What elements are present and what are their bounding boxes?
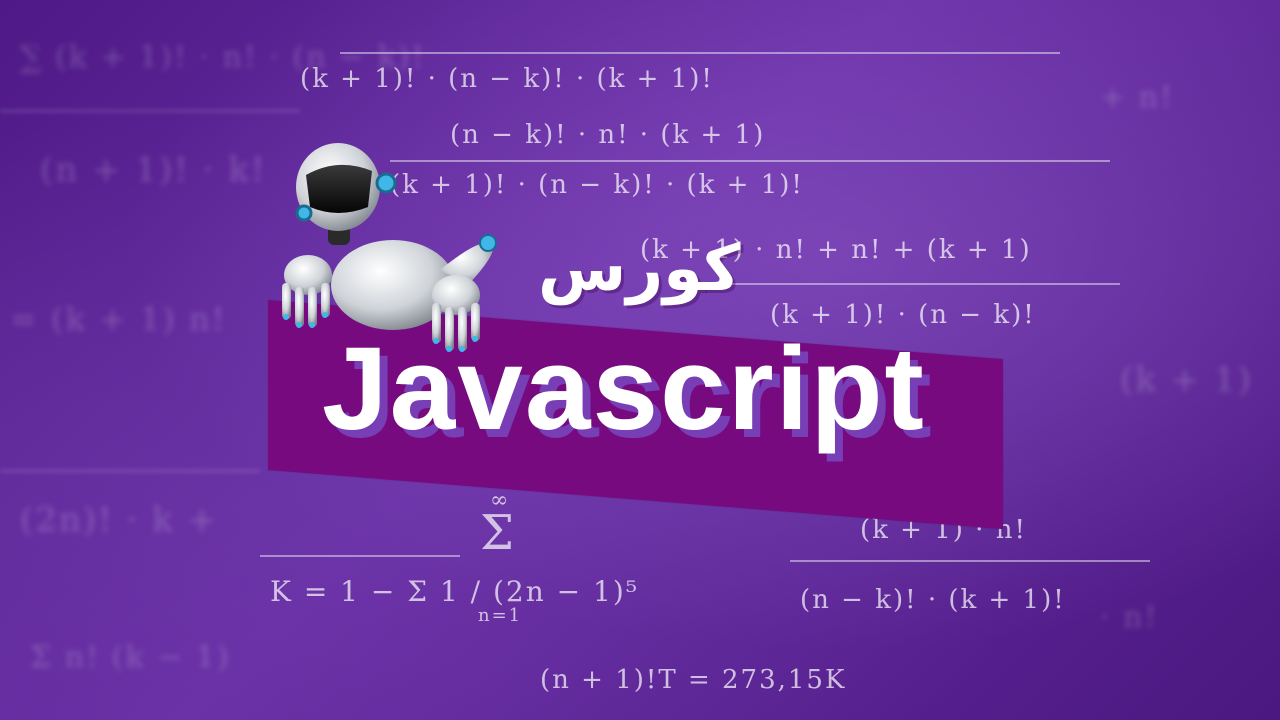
sum-symbol: Σ bbox=[480, 505, 516, 561]
sum-index: n=1 bbox=[478, 605, 523, 626]
math-line: K = 1 − Σ 1 / (2n − 1)⁵ bbox=[270, 575, 639, 608]
thumbnail-canvas: ∑ (k + 1)! · n! · (n − k)! (n + 1)! · k!… bbox=[0, 0, 1280, 720]
math-line: (k + 1)! · (n − k)! · (k + 1)! bbox=[300, 64, 714, 94]
robot-mascot-icon bbox=[282, 143, 497, 352]
math-line: (n + 1)!T = 273,15K bbox=[540, 665, 847, 695]
course-label: كورس bbox=[538, 232, 741, 306]
math-line: (n − k)! · (k + 1)! bbox=[800, 585, 1066, 615]
